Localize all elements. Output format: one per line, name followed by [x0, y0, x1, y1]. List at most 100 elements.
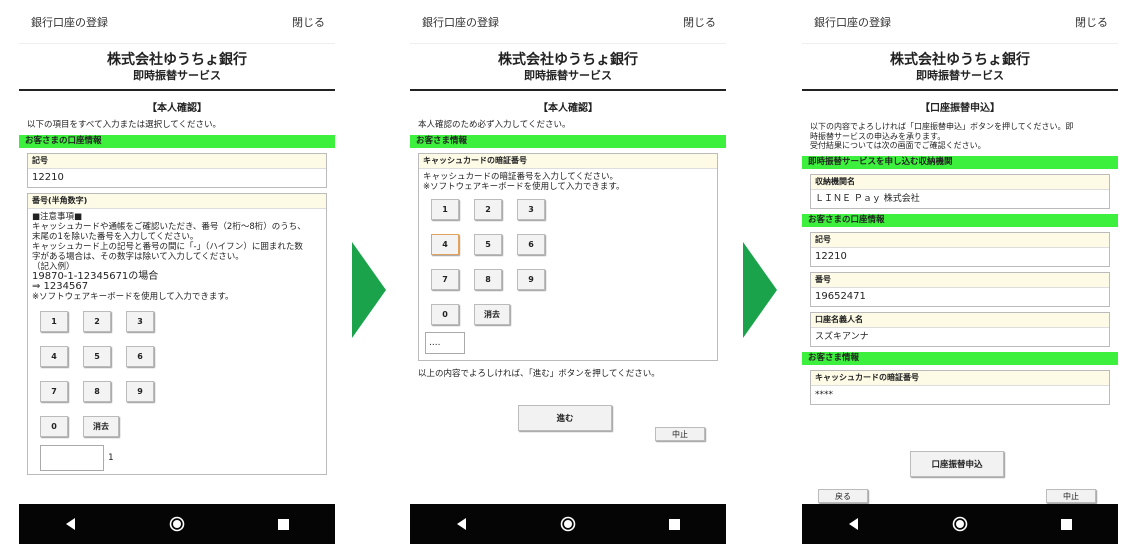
keypad: 1 2 3 4 5 6 7 8 9 0 消去: [419, 195, 717, 335]
customer-info-bar: お客さま情報: [802, 351, 1118, 365]
note-line: キャッシュカード上の記号と番号の間に「-」（ハイフン）に囲まれた数: [32, 242, 303, 252]
pin-input[interactable]: ....: [425, 332, 465, 354]
bank-header: 株式会社ゆうちょ銀行 即時振替サービス: [410, 52, 726, 83]
key-9[interactable]: 9: [517, 269, 545, 290]
key-6[interactable]: 6: [517, 234, 545, 255]
name-label: 口座名義人名: [811, 312, 1109, 328]
bank-name: 株式会社ゆうちょ銀行: [498, 52, 638, 68]
pin-label: キャッシュカードの暗証番号: [419, 154, 717, 169]
section-title: 【口座振替申込】: [920, 103, 1000, 114]
key-2[interactable]: 2: [83, 311, 111, 332]
name-value: スズキアンナ: [815, 331, 869, 342]
key-4[interactable]: 4: [40, 346, 68, 367]
top-bar: 銀行口座の登録 閉じる: [19, 0, 335, 44]
bango-box: 番号 19652471: [810, 271, 1110, 307]
phone-screen-2: 銀行口座の登録 閉じる 株式会社ゆうちょ銀行 即時振替サービス 【本人確認】 本…: [410, 0, 726, 544]
note-line: ■注意事項■: [32, 212, 83, 222]
recents-icon[interactable]: [1060, 518, 1072, 530]
key-6[interactable]: 6: [126, 346, 154, 367]
next-button[interactable]: 進む: [518, 405, 612, 431]
phone-screen-3: 銀行口座の登録 閉じる 株式会社ゆうちょ銀行 即時振替サービス 【口座振替申込】…: [802, 0, 1118, 544]
next-step-arrow-icon: [743, 242, 777, 338]
note-line: 字がある場合は、その数字は除いて入力してください。: [32, 252, 244, 262]
close-link[interactable]: 閉じる: [292, 14, 325, 30]
org-value: ＬＩＮＥ Ｐａｙ 株式会社: [815, 193, 920, 204]
bango-suffix: 1: [108, 453, 114, 463]
bank-name: 株式会社ゆうちょ銀行: [107, 52, 247, 68]
bango-value: 19652471: [815, 290, 866, 302]
key-4[interactable]: 4: [431, 234, 459, 255]
note-line: ⇒ 1234567: [32, 281, 89, 292]
key-0[interactable]: 0: [40, 416, 68, 437]
key-1[interactable]: 1: [40, 311, 68, 332]
android-nav-bar: [802, 504, 1118, 544]
home-icon[interactable]: [169, 516, 185, 532]
phone-screen-1: 銀行口座の登録 閉じる 株式会社ゆうちょ銀行 即時振替サービス 【本人確認】 以…: [19, 0, 335, 544]
top-bar: 銀行口座の登録 閉じる: [410, 0, 726, 44]
key-3[interactable]: 3: [517, 199, 545, 220]
bank-name: 株式会社ゆうちょ銀行: [890, 52, 1030, 68]
intro-line: 受付結果については次の画面でご確認ください。: [810, 141, 986, 150]
home-icon[interactable]: [560, 516, 576, 532]
bango-label: 番号: [811, 272, 1109, 288]
notes: ■注意事項■ キャッシュカードや通帳をご確認いただき、番号（2桁～8桁）のうち、…: [28, 209, 326, 305]
divider: [19, 89, 335, 91]
bank-header: 株式会社ゆうちょ銀行 即時振替サービス: [19, 52, 335, 83]
recents-icon[interactable]: [668, 518, 680, 530]
service-name: 即時振替サービス: [133, 69, 221, 82]
pin-box: キャッシュカードの暗証番号 キャッシュカードの暗証番号を入力してください。 ※ソ…: [418, 153, 718, 361]
bango-label: 番号(半角数字): [28, 194, 326, 209]
kigo-box: 記号 12210: [810, 231, 1110, 267]
back-icon[interactable]: [65, 518, 77, 530]
name-box: 口座名義人名 スズキアンナ: [810, 311, 1110, 347]
key-7[interactable]: 7: [431, 269, 459, 290]
bango-input[interactable]: [40, 445, 104, 471]
key-9[interactable]: 9: [126, 381, 154, 402]
account-info-bar: お客さまの口座情報: [19, 135, 335, 148]
org-box: 収納機関名 ＬＩＮＥ Ｐａｙ 株式会社: [810, 173, 1110, 209]
key-8[interactable]: 8: [83, 381, 111, 402]
receiving-org-bar: 即時振替サービスを申し込む収納機関: [802, 155, 1118, 169]
kigo-value[interactable]: 12210: [28, 169, 326, 187]
cancel-button[interactable]: 中止: [655, 427, 705, 441]
kigo-label: 記号: [811, 232, 1109, 248]
org-label: 収納機関名: [811, 174, 1109, 190]
account-info-bar: お客さまの口座情報: [802, 213, 1118, 227]
key-7[interactable]: 7: [40, 381, 68, 402]
key-3[interactable]: 3: [126, 311, 154, 332]
back-icon[interactable]: [456, 518, 468, 530]
intro-text: 以下の項目をすべて入力または選択してください。: [27, 120, 222, 130]
recents-icon[interactable]: [277, 518, 289, 530]
keypad: 1 2 3 4 5 6 7 8 9 0 消去: [28, 305, 326, 445]
key-2[interactable]: 2: [474, 199, 502, 220]
home-icon[interactable]: [952, 516, 968, 532]
note-line: ※ソフトウェアキーボードを使用して入力できます。: [423, 182, 625, 192]
top-bar: 銀行口座の登録 閉じる: [802, 0, 1118, 44]
note-line: ※ソフトウェアキーボードを使用して入力できます。: [32, 292, 234, 302]
key-5[interactable]: 5: [474, 234, 502, 255]
confirm-text: 以上の内容でよろしければ、「進む」ボタンを押してください。: [418, 369, 660, 379]
key-5[interactable]: 5: [83, 346, 111, 367]
back-button[interactable]: 戻る: [818, 489, 868, 503]
key-0[interactable]: 0: [431, 304, 459, 325]
key-8[interactable]: 8: [474, 269, 502, 290]
pin-label: キャッシュカードの暗証番号: [811, 370, 1109, 386]
pin-notes: キャッシュカードの暗証番号を入力してください。 ※ソフトウェアキーボードを使用し…: [419, 169, 717, 195]
intro-text: 本人確認のため必ず入力してください。: [418, 120, 571, 130]
divider: [410, 89, 726, 91]
window-title: 銀行口座の登録: [31, 15, 108, 29]
section-title: 【本人確認】: [147, 103, 207, 114]
key-1[interactable]: 1: [431, 199, 459, 220]
clear-key[interactable]: 消去: [83, 416, 119, 437]
cancel-button[interactable]: 中止: [1046, 489, 1096, 503]
kigo-value: 12210: [815, 250, 847, 262]
apply-button[interactable]: 口座振替申込: [910, 451, 1004, 477]
android-nav-bar: [410, 504, 726, 544]
intro-line: 以下の内容でよろしければ「口座振替申込」ボタンを押してください。即: [810, 122, 1074, 131]
back-icon[interactable]: [848, 518, 860, 530]
pin-value: ****: [815, 389, 833, 400]
clear-key[interactable]: 消去: [474, 304, 510, 325]
kigo-box: 記号 12210: [27, 153, 327, 188]
close-link[interactable]: 閉じる: [683, 14, 716, 30]
close-link[interactable]: 閉じる: [1075, 14, 1108, 30]
